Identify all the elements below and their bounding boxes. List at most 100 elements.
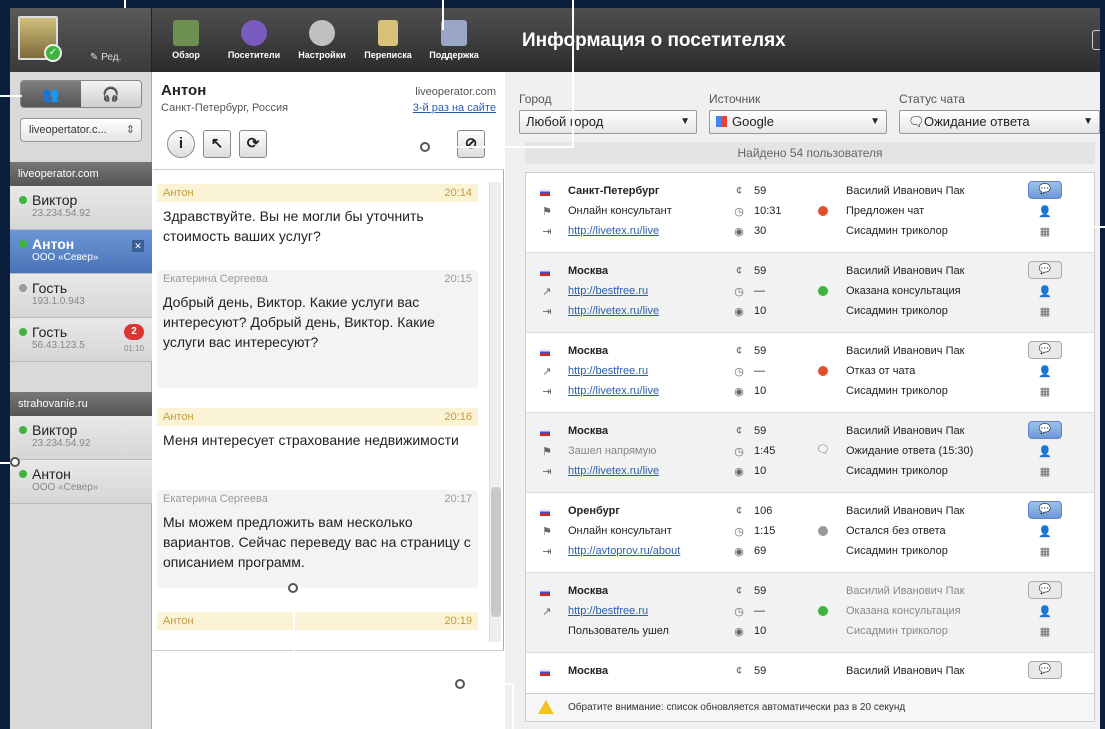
app-window: ✓ ✎ Ред. Обзор Посетители Настройки Пере… xyxy=(10,8,1100,729)
start-chat-button[interactable]: 💬 xyxy=(1028,501,1062,519)
visitor-row[interactable]: Москва ↗ http://bestfree.ru ⇥ http://livetex… xyxy=(526,333,1094,413)
visitor-city: Москва xyxy=(568,585,609,597)
settings-button[interactable]: Настройки xyxy=(294,8,350,72)
flag-icon xyxy=(540,349,550,356)
chat-panel: Антон Санкт-Петербург, Россия liveoperat… xyxy=(153,72,504,729)
info-button[interactable]: i xyxy=(167,130,195,158)
message-time: 20:17 xyxy=(444,493,472,505)
visitors-button[interactable]: Посетители xyxy=(222,8,286,72)
operator-group: Сисадмин триколор xyxy=(846,385,948,397)
city-filter-select[interactable]: Любой город ▼ xyxy=(519,110,697,134)
user-ip: 23.234.54.92 xyxy=(32,208,91,219)
message-input[interactable] xyxy=(153,650,504,729)
visitor-source[interactable]: http://bestfree.ru xyxy=(568,605,648,617)
page-icon: ⇥ xyxy=(542,386,552,398)
site-select[interactable]: liveopertator.c... ⇕ xyxy=(20,118,142,142)
clock-icon: ◷ xyxy=(734,206,744,218)
clock-icon: ◷ xyxy=(734,606,744,618)
close-chat-icon[interactable]: ✕ xyxy=(132,240,144,252)
waiting-icon: 🗨 xyxy=(816,444,830,456)
referrer-icon: ↗ xyxy=(542,366,552,378)
chat-time: 10:31 xyxy=(754,205,782,217)
flag-icon xyxy=(540,189,550,196)
online-dot-icon xyxy=(19,196,27,204)
start-chat-button[interactable]: 💬 xyxy=(1028,341,1062,359)
avatar[interactable]: ✓ xyxy=(18,16,62,62)
operator-name: Василий Иванович Пак xyxy=(846,665,965,677)
visitor-page[interactable]: http://livetex.ru/live xyxy=(568,385,659,397)
operator-profile[interactable]: ✓ ✎ Ред. xyxy=(10,8,152,72)
start-chat-button[interactable]: 💬 xyxy=(1028,181,1062,199)
sidebar-user[interactable]: Виктор 23.234.54.92 xyxy=(10,186,152,230)
sidebar-user[interactable]: Гость 193.1.0.943 xyxy=(10,274,152,318)
visitor-row[interactable]: Москва ↗ http://bestfree.ru ⇥ http://livetex… xyxy=(526,253,1094,333)
visitors-icon xyxy=(241,20,267,46)
status-filter-select[interactable]: 🗨 Ожидание ответа ▼ xyxy=(899,110,1100,134)
operator-name: Василий Иванович Пак xyxy=(846,345,965,357)
calendar-icon: ▦ xyxy=(1039,546,1051,558)
visit-count-link[interactable]: 3-й раз на сайте xyxy=(413,102,496,114)
status-filter-label: Статус чата xyxy=(899,92,965,106)
visitor-page[interactable]: http://livetex.ru/live xyxy=(568,305,659,317)
visit-count: 106 xyxy=(754,505,773,517)
status-filter-value: Ожидание ответа xyxy=(924,114,1030,129)
visitor-page[interactable]: http://livetex.ru/live xyxy=(568,465,659,477)
operators-tab[interactable]: 🎧 xyxy=(81,81,141,107)
sidebar-user-selected[interactable]: Антон ООО «Север» ✕ xyxy=(10,230,152,274)
visitors-tab[interactable]: 👥 xyxy=(21,81,81,107)
visitor-page[interactable]: http://avtoprov.ru/about xyxy=(568,545,680,557)
callout-line xyxy=(124,0,126,8)
info-icon: i xyxy=(178,135,184,152)
views-icon: ◉ xyxy=(734,386,744,398)
sidebar: 👥 🎧 liveopertator.c... ⇕ liveoperator.com… xyxy=(10,72,152,729)
start-chat-button[interactable]: 💬 xyxy=(1028,661,1062,679)
visitor-row[interactable]: Москва ¢ 59 Василий Иванович Пак 💬 xyxy=(526,653,1094,693)
callout-line xyxy=(512,683,514,729)
visitor-source: Онлайн консультант xyxy=(568,525,672,537)
visitor-city: Москва xyxy=(568,265,609,277)
visitor-row[interactable]: Москва ⚑ Зашел напрямую ⇥ http://livetex.ru/… xyxy=(526,413,1094,493)
source-icon: ⚑ xyxy=(542,526,552,538)
start-chat-button[interactable]: 💬 xyxy=(1028,581,1062,599)
settings-label: Настройки xyxy=(298,50,346,60)
views-icon: ◉ xyxy=(734,466,744,478)
callout-line xyxy=(293,588,295,729)
chats-history-button[interactable]: Переписка xyxy=(356,8,420,72)
message-list: Антон 20:14 Здравствуйте. Вы не могли бы … xyxy=(153,172,488,642)
visitor-page[interactable]: http://livetex.ru/live xyxy=(568,225,659,237)
visitor-list: Санкт-Петербург ⚑ Онлайн консультант ⇥ http:… xyxy=(525,172,1095,694)
cobrowse-button[interactable]: ↖ xyxy=(203,130,231,158)
status-dot-icon xyxy=(818,206,828,216)
source-filter-select[interactable]: Google ▼ xyxy=(709,110,887,134)
transfer-button[interactable]: ⟳ xyxy=(239,130,267,158)
collapse-panel-button[interactable] xyxy=(1092,30,1100,50)
visitor-source[interactable]: http://bestfree.ru xyxy=(568,365,648,377)
sidebar-user[interactable]: Антон ООО «Север» xyxy=(10,460,152,504)
views-icon: ◉ xyxy=(734,306,744,318)
message-time: 20:15 xyxy=(444,273,472,285)
edit-profile-link[interactable]: ✎ Ред. xyxy=(90,52,121,63)
flag-icon xyxy=(540,589,550,596)
sidebar-user[interactable]: Гость 56.43.123.5 2 01:10 xyxy=(10,318,152,362)
visitor-row[interactable]: Санкт-Петербург ⚑ Онлайн консультант ⇥ http:… xyxy=(526,173,1094,253)
edit-label: Ред. xyxy=(101,52,122,63)
user-icon: 👤 xyxy=(1038,526,1052,538)
overview-button[interactable]: Обзор xyxy=(166,8,206,72)
start-chat-button[interactable]: 💬 xyxy=(1028,421,1062,439)
visits-icon: ¢ xyxy=(735,185,743,197)
block-button[interactable]: ⊘ xyxy=(457,130,485,158)
cursor-icon: ↖ xyxy=(210,135,224,152)
visitor-row[interactable]: Оренбург ⚑ Онлайн консультант ⇥ http://avtop… xyxy=(526,493,1094,573)
sidebar-user[interactable]: Виктор 23.234.54.92 xyxy=(10,416,152,460)
visitor-row[interactable]: Москва ↗ http://bestfree.ru Пользователь уш… xyxy=(526,573,1094,653)
support-button[interactable]: Поддержка xyxy=(424,8,484,72)
message-scrollbar[interactable] xyxy=(489,182,501,642)
start-chat-button[interactable]: 💬 xyxy=(1028,261,1062,279)
flag-icon xyxy=(540,669,550,676)
callout-line xyxy=(1084,226,1105,228)
message: Антон 20:16 Меня интересует страхование н… xyxy=(157,408,478,450)
visitor-source[interactable]: http://bestfree.ru xyxy=(568,285,648,297)
clock-icon: ◷ xyxy=(734,526,744,538)
chat-time: 1:15 xyxy=(754,525,776,537)
scroll-thumb[interactable] xyxy=(491,487,501,617)
